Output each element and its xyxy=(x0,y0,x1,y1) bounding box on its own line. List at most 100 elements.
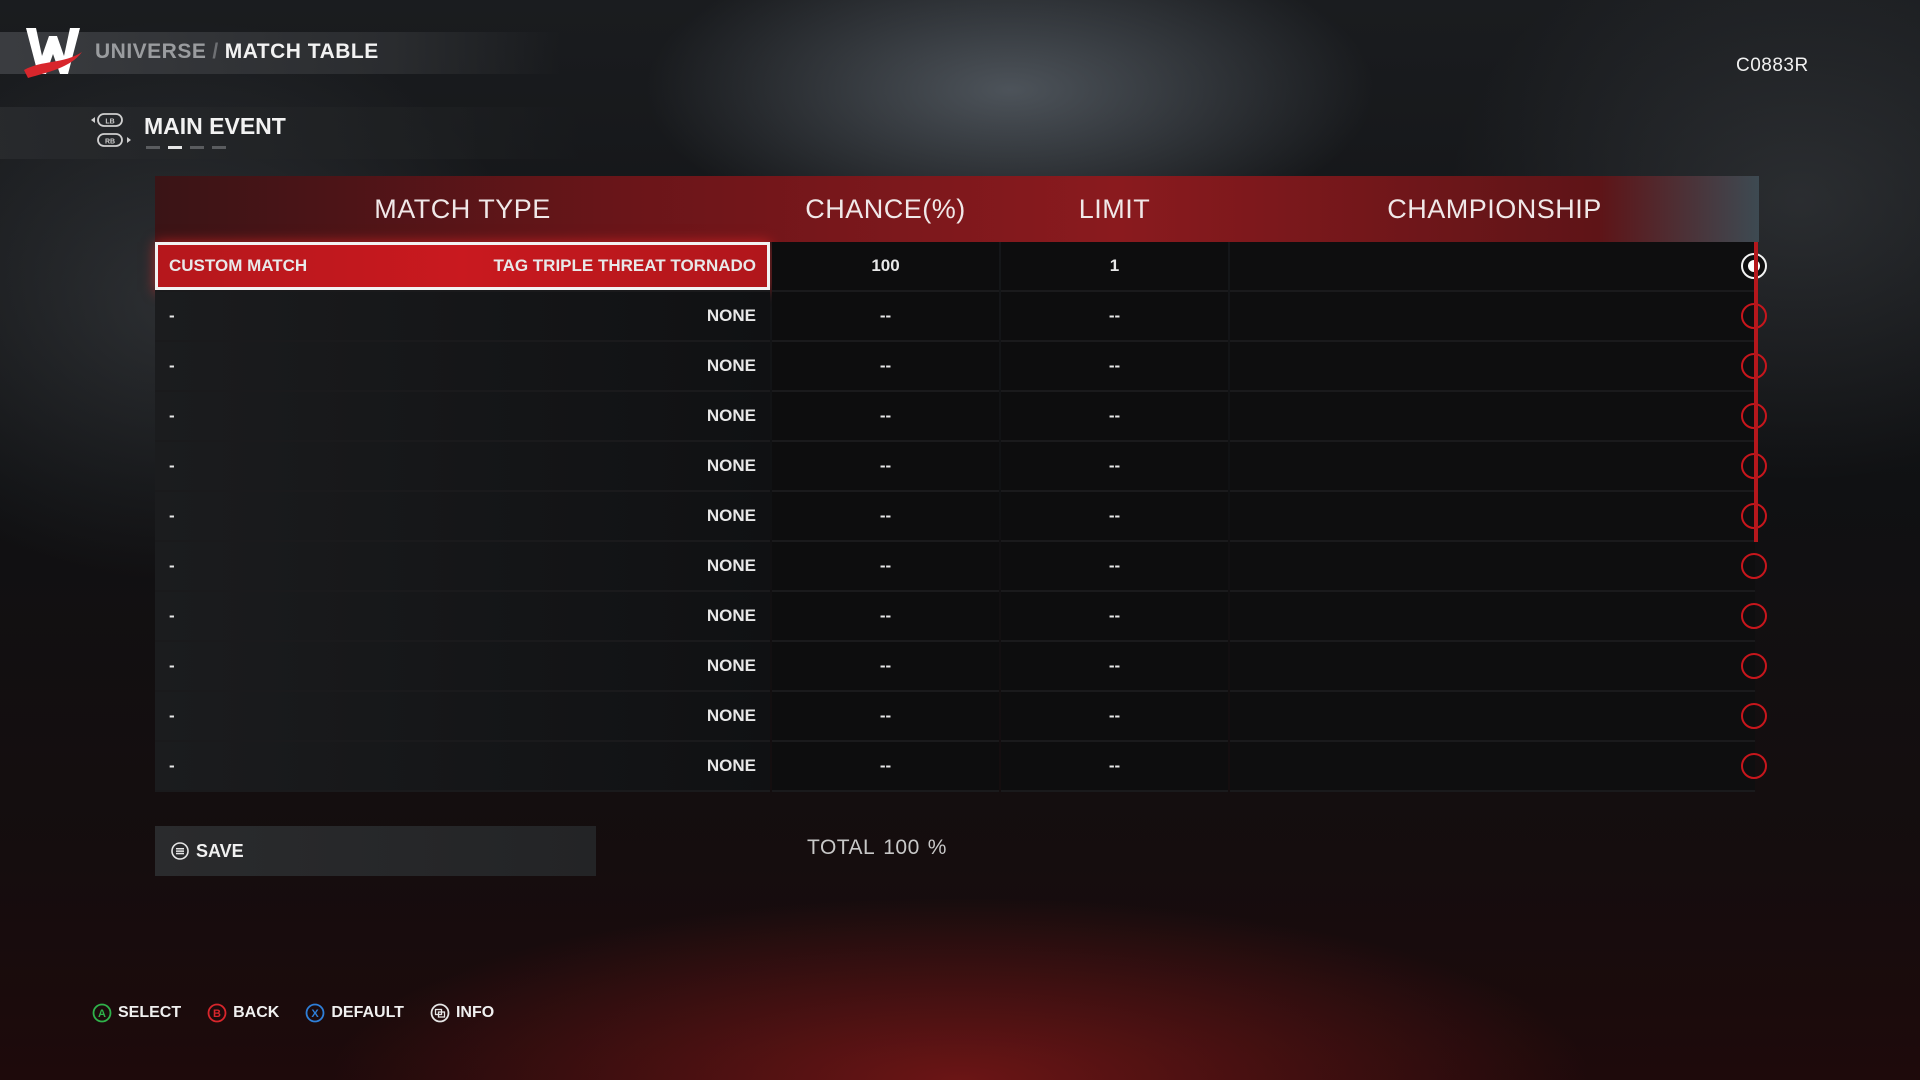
match-type-cell[interactable]: - NONE xyxy=(155,442,770,492)
limit-cell[interactable]: -- xyxy=(1001,292,1228,342)
championship-radio[interactable] xyxy=(1741,553,1767,579)
limit-cell[interactable]: 1 xyxy=(1001,242,1228,292)
chance-cell[interactable]: -- xyxy=(772,392,999,442)
user-code: C0883R xyxy=(1736,55,1809,76)
limit-cell[interactable]: -- xyxy=(1001,342,1228,392)
table-row[interactable]: - NONE -- -- xyxy=(155,342,1767,392)
view-button-icon xyxy=(430,1003,450,1023)
table-row[interactable]: - NONE -- -- xyxy=(155,442,1767,492)
chance-cell[interactable]: -- xyxy=(772,642,999,692)
page-dot xyxy=(190,146,204,149)
chance-cell[interactable]: 100 xyxy=(772,242,999,292)
svg-text:LB: LB xyxy=(105,119,114,126)
chance-cell[interactable]: -- xyxy=(772,542,999,592)
match-type-cell[interactable]: - NONE xyxy=(155,392,770,442)
hint-label: INFO xyxy=(455,1004,495,1021)
match-type-cell[interactable]: - NONE xyxy=(155,642,770,692)
match-type-cell[interactable]: - NONE xyxy=(155,292,770,342)
hint-info[interactable]: INFO xyxy=(430,1003,494,1023)
limit-cell[interactable]: -- xyxy=(1001,542,1228,592)
match-type-cell[interactable]: - NONE xyxy=(155,592,770,642)
championship-radio[interactable] xyxy=(1741,653,1767,679)
breadcrumb-match-table: MATCH TABLE xyxy=(224,40,379,63)
match-type-cell[interactable]: - NONE xyxy=(155,342,770,392)
championship-cell[interactable] xyxy=(1230,242,1767,292)
championship-cell[interactable] xyxy=(1230,692,1767,742)
championship-cell[interactable] xyxy=(1230,392,1767,442)
column-header-match-type: MATCH TYPE xyxy=(374,194,551,224)
match-type-cell[interactable]: CUSTOM MATCH TAG TRIPLE THREAT TORNADO xyxy=(155,242,770,292)
match-type-cell[interactable]: - NONE xyxy=(155,492,770,542)
match-type-cell[interactable]: - NONE xyxy=(155,542,770,592)
championship-cell[interactable] xyxy=(1230,742,1767,792)
column-header-limit: LIMIT xyxy=(1078,194,1151,224)
chance-cell[interactable]: -- xyxy=(772,692,999,742)
chance-cell[interactable]: -- xyxy=(772,342,999,392)
limit-cell[interactable]: -- xyxy=(1001,592,1228,642)
table-row[interactable]: - NONE -- -- xyxy=(155,592,1767,642)
hint-label: SELECT xyxy=(118,1004,182,1021)
championship-radio[interactable] xyxy=(1741,753,1767,779)
match-name: NONE xyxy=(706,406,756,425)
limit-cell[interactable]: -- xyxy=(1001,442,1228,492)
lb-rb-bumper-icon[interactable]: LB RB xyxy=(90,112,136,154)
chance-cell[interactable]: -- xyxy=(772,292,999,342)
table-row[interactable]: CUSTOM MATCH TAG TRIPLE THREAT TORNADO 100… xyxy=(155,242,1767,292)
page-dot xyxy=(212,146,226,149)
hint-back[interactable]: B BACK xyxy=(207,1003,279,1023)
page-dot xyxy=(146,146,160,149)
total-label: TOTAL xyxy=(807,836,876,859)
scrollbar[interactable] xyxy=(1754,242,1758,542)
breadcrumb-separator: / xyxy=(212,40,219,63)
save-button[interactable]: SAVE xyxy=(155,826,596,876)
column-header-championship: CHAMPIONSHIP xyxy=(1387,194,1602,224)
limit-cell[interactable]: -- xyxy=(1001,692,1228,742)
table-row[interactable]: - NONE -- -- xyxy=(155,642,1767,692)
x-button-icon: X xyxy=(305,1003,325,1023)
chance-cell[interactable]: -- xyxy=(772,592,999,642)
championship-cell[interactable] xyxy=(1230,342,1767,392)
championship-cell[interactable] xyxy=(1230,292,1767,342)
championship-radio[interactable] xyxy=(1741,703,1767,729)
hint-select[interactable]: A SELECT xyxy=(92,1003,181,1023)
table-row[interactable]: - NONE -- -- xyxy=(155,542,1767,592)
svg-text:B: B xyxy=(213,1008,221,1020)
limit-cell[interactable]: -- xyxy=(1001,642,1228,692)
section-bar xyxy=(0,107,580,159)
championship-cell[interactable] xyxy=(1230,542,1767,592)
championship-cell[interactable] xyxy=(1230,592,1767,642)
breadcrumb-universe[interactable]: UNIVERSE xyxy=(95,40,206,63)
svg-text:RB: RB xyxy=(105,139,115,146)
total-unit: % xyxy=(927,836,947,859)
match-type-cell[interactable]: - NONE xyxy=(155,742,770,792)
table-row[interactable]: - NONE -- -- xyxy=(155,392,1767,442)
column-header-chance: CHANCE(%) xyxy=(805,194,966,224)
table-row[interactable]: - NONE -- -- xyxy=(155,692,1767,742)
chance-cell[interactable]: -- xyxy=(772,742,999,792)
limit-cell[interactable]: -- xyxy=(1001,742,1228,792)
match-category: - xyxy=(169,506,175,525)
page-dot xyxy=(168,146,182,149)
match-name: NONE xyxy=(706,656,756,675)
table-row[interactable]: - NONE -- -- xyxy=(155,492,1767,542)
match-type-cell[interactable]: - NONE xyxy=(155,692,770,742)
limit-cell[interactable]: -- xyxy=(1001,492,1228,542)
chance-cell[interactable]: -- xyxy=(772,442,999,492)
menu-button-icon xyxy=(171,842,189,860)
total-percentage: TOTAL 100% xyxy=(807,836,955,860)
match-name: NONE xyxy=(706,606,756,625)
svg-text:A: A xyxy=(98,1008,106,1020)
championship-radio[interactable] xyxy=(1741,603,1767,629)
hint-default[interactable]: X DEFAULT xyxy=(305,1003,404,1023)
table-row[interactable]: - NONE -- -- xyxy=(155,742,1767,792)
chance-cell[interactable]: -- xyxy=(772,492,999,542)
limit-cell[interactable]: -- xyxy=(1001,392,1228,442)
championship-cell[interactable] xyxy=(1230,442,1767,492)
match-category: CUSTOM MATCH xyxy=(169,256,308,275)
match-category: - xyxy=(169,606,175,625)
match-category: - xyxy=(169,556,175,575)
championship-cell[interactable] xyxy=(1230,642,1767,692)
table-row[interactable]: - NONE -- -- xyxy=(155,292,1767,342)
save-label: SAVE xyxy=(196,841,244,861)
championship-cell[interactable] xyxy=(1230,492,1767,542)
